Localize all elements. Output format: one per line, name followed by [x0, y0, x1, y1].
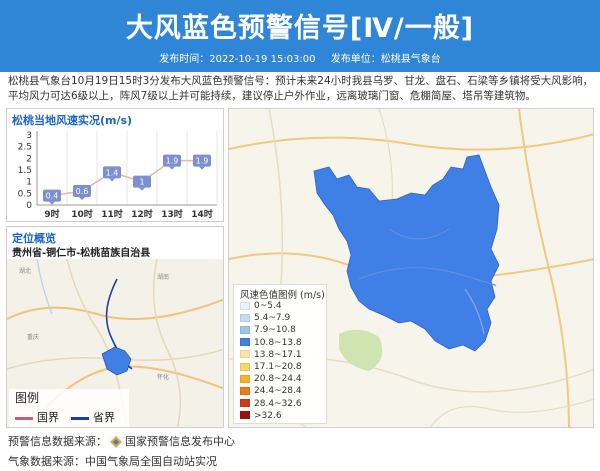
chart-data-label-pointer	[79, 197, 85, 200]
legend-label: 0~5.4	[254, 301, 282, 311]
warning-summary: 松桃县气象台10月19日15时3分发布大风蓝色预警信号：预计未来24小时我县乌罗…	[8, 75, 594, 102]
chart-x-tick-label: 13时	[161, 208, 183, 220]
national-border-line-icon	[15, 416, 33, 420]
chart-data-label-pointer	[169, 166, 175, 170]
warning-source-name[interactable]: 国家预警信息发布中心	[125, 435, 235, 448]
legend-label: 24.4~28.4	[254, 386, 302, 397]
legend-swatch	[240, 399, 250, 408]
chart-data-label: 0.6	[76, 187, 89, 196]
chart-data-label: 1.9	[196, 157, 209, 166]
legend-row: 24.4~28.4	[240, 386, 302, 398]
chart-y-tick-label: 1	[26, 178, 32, 188]
warning-source-label: 预警信息数据来源：	[8, 435, 107, 448]
legend-province-border: 省界	[71, 409, 115, 425]
chart-data-label-pointer	[199, 166, 205, 170]
legend-label: >32.6	[254, 410, 282, 421]
legend-swatch	[240, 350, 250, 359]
legend-national-border: 国界	[15, 409, 59, 425]
legend-swatch	[240, 386, 250, 395]
chart-y-tick-label: 0.5	[18, 189, 32, 199]
chart-y-tick-label: 2	[26, 154, 32, 164]
legend-swatch	[240, 301, 250, 310]
chart-x-tick-label: 11时	[101, 208, 123, 220]
legend-swatch	[240, 338, 250, 347]
svg-text:怀化: 怀化	[157, 373, 169, 381]
chart-y-tick-label: 1.5	[18, 166, 32, 176]
warning-source-line: 预警信息数据来源： 国家预警信息发布中心	[8, 433, 235, 449]
legend-row: 0~5.4	[240, 301, 282, 313]
chart-y-tick-label: 0	[26, 201, 32, 211]
legend-row: 13.8~17.1	[240, 350, 302, 362]
chart-data-label: 1.9	[166, 157, 179, 166]
svg-text:湖北: 湖北	[19, 267, 31, 275]
publisher: 发布单位：松桃县气象台	[330, 54, 441, 65]
publish-time: 发布时间：2022-10-19 15:03:00	[159, 54, 316, 65]
wind-chart-title: 松桃当地风速实况(m/s)	[12, 114, 133, 127]
chart-x-tick-label: 9时	[44, 208, 59, 220]
chart-x-tick-label: 14时	[191, 208, 213, 220]
legend-label: 5.4~7.9	[254, 313, 291, 324]
legend-swatch	[240, 411, 250, 420]
legend-label: 17.1~20.8	[254, 362, 302, 372]
legend-label: 20.8~24.4	[254, 374, 302, 385]
legend-label: 7.9~10.8	[254, 325, 296, 336]
chart-x-tick-label: 10时	[71, 208, 93, 220]
page-title: 大风蓝色预警信号[Ⅳ/一般]	[125, 13, 475, 44]
warning-center-logo-icon	[110, 436, 122, 448]
chart-data-label: 0.4	[46, 192, 59, 201]
location-name: 贵州省-铜仁市-松桃苗族自治县	[12, 248, 151, 259]
location-panel: 湖北 湖南 重庆 怀化 定位概览 贵州省-铜仁市-松桃苗族自治县 图例 国界 省…	[6, 226, 224, 428]
legend-label: 10.8~13.8	[254, 337, 302, 348]
svg-text:湖南: 湖南	[157, 273, 169, 281]
svg-text:重庆: 重庆	[27, 333, 39, 341]
legend-row: >32.6	[240, 411, 282, 423]
weather-source-line: 气象数据来源：中国气象局全国自动站实况	[8, 455, 217, 468]
legend-swatch	[240, 362, 250, 371]
chart-data-label-pointer	[139, 187, 145, 191]
location-legend-title: 图例	[15, 391, 40, 405]
location-legend: 图例 国界 省界	[9, 389, 129, 427]
wind-chart-panel: 0 0.5 1 1.5 2 2.5 3 9时 10时 11时 12时 13时 14时 0.4 0.6 1.4 1…	[6, 108, 224, 222]
legend-row: 17.1~20.8	[240, 362, 302, 374]
legend-swatch	[240, 374, 250, 383]
wind-color-legend: 风速色值图例 (m/s) 0~5.4 5.4~7.9 7.9~10.8 10.8~13…	[233, 284, 327, 424]
chart-data-label-pointer	[109, 178, 115, 182]
header-banner: 大风蓝色预警信号[Ⅳ/一般] 发布时间：2022-10-19 15:03:00 …	[0, 0, 600, 72]
header-meta: 发布时间：2022-10-19 15:03:00 发布单位：松桃县气象台	[0, 50, 600, 65]
legend-swatch	[240, 313, 250, 322]
chart-x-tick-label: 12时	[131, 208, 153, 220]
warning-map-panel: 风速色值图例 (m/s) 0~5.4 5.4~7.9 7.9~10.8 10.8~13…	[228, 108, 594, 428]
legend-row: 5.4~7.9	[240, 313, 290, 325]
chart-data-label-pointer	[49, 201, 55, 205]
chart-y-tick-label: 2.5	[18, 143, 32, 153]
chart-data-label: 1.4	[106, 168, 119, 177]
wind-color-legend-title: 风速色值图例 (m/s)	[240, 290, 325, 301]
legend-swatch	[240, 325, 250, 334]
province-border-line-icon	[71, 416, 89, 420]
legend-row: 10.8~13.8	[240, 338, 302, 350]
legend-row: 20.8~24.4	[240, 374, 302, 386]
legend-label: 28.4~32.6	[254, 398, 302, 409]
legend-label: 13.8~17.1	[254, 349, 302, 360]
legend-row: 7.9~10.8	[240, 325, 296, 337]
chart-data-label: 1	[139, 178, 144, 187]
chart-y-tick-label: 3	[26, 131, 32, 141]
legend-row: 28.4~32.6	[240, 399, 302, 411]
